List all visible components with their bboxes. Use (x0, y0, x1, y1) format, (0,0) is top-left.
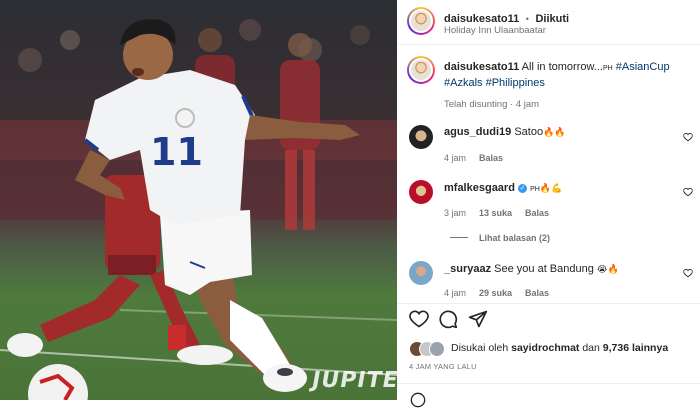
liker-avatar[interactable] (429, 341, 445, 357)
likes-prefix: Disukai oleh (451, 342, 509, 354)
hashtag-philippines[interactable]: #Philippines (486, 77, 545, 89)
comment-1: agus_dudi19 Satoo🔥🔥 (444, 126, 565, 138)
likes-summary: Disukai oleh sayidrochmat dan 9,736 lain… (451, 342, 668, 354)
comment-username[interactable]: _suryaaz (444, 263, 491, 275)
comment-text: Satoo (514, 126, 544, 138)
comment-username[interactable]: mfalkesgaard (444, 182, 515, 194)
comment-username[interactable]: agus_dudi19 (444, 126, 511, 138)
caption: daisukesato11 All in tomorrow...PH #Asia… (444, 60, 694, 91)
caption-avatar[interactable] (407, 56, 435, 84)
jersey-number: 11 (150, 130, 203, 174)
comment-icon[interactable] (438, 309, 458, 329)
comment-likes[interactable]: 13 suka (479, 208, 512, 218)
verified-badge-icon: ✓ (518, 184, 527, 193)
comment-like-heart-icon[interactable] (683, 132, 693, 142)
comment-emoji: 🔥💪 (539, 184, 563, 194)
comment-time: 3 jam (444, 208, 467, 218)
view-replies-line (450, 237, 468, 238)
share-icon[interactable] (468, 309, 488, 329)
comment-2: mfalkesgaard ✓ PH🔥💪 (444, 182, 562, 194)
hashtag-azkals[interactable]: #Azkals (444, 77, 483, 89)
likes-middle: dan (582, 342, 600, 354)
emoji-picker-icon[interactable] (410, 392, 426, 408)
flag-icon: PH (602, 65, 613, 72)
reply-button[interactable]: Balas (525, 208, 549, 218)
header-separator: • (525, 14, 529, 25)
following-button[interactable]: Diikuti (535, 13, 569, 25)
post-timestamp[interactable]: 4 JAM YANG LALU (409, 362, 477, 371)
footer-divider (397, 383, 700, 384)
commenter-avatar[interactable] (409, 125, 433, 149)
author-username[interactable]: daisukesato11 (444, 13, 519, 25)
comment-text: See you at Bandung (494, 263, 594, 275)
reply-button[interactable]: Balas (525, 288, 549, 298)
post-photo[interactable]: 11 JUPITER (0, 0, 397, 400)
view-replies-button[interactable]: Lihat balasan (2) (479, 233, 550, 243)
comment-3: _suryaaz See you at Bandung 😭🔥 (444, 263, 619, 275)
comment-like-heart-icon[interactable] (683, 187, 693, 197)
commenter-avatar[interactable] (409, 261, 433, 285)
commenter-avatar[interactable] (409, 180, 433, 204)
comment-emoji: 😭🔥 (596, 265, 619, 275)
comment-like-heart-icon[interactable] (683, 268, 693, 278)
comment-time: 4 jam (444, 153, 467, 163)
post-location[interactable]: Holiday Inn Ulaanbaatar (444, 25, 546, 36)
reply-button[interactable]: Balas (479, 153, 503, 163)
caption-text: All in tomorrow... (521, 61, 603, 73)
comment-1-meta: 4 jam Balas (444, 153, 503, 163)
comment-3-meta: 4 jam 29 suka Balas (444, 288, 549, 298)
comment-2-meta: 3 jam 13 suka Balas (444, 208, 549, 218)
comment-likes[interactable]: 29 suka (479, 288, 512, 298)
header-divider (397, 44, 700, 45)
likes-count[interactable]: 9,736 lainnya (603, 342, 668, 354)
comment-text: PH (530, 186, 540, 193)
caption-username[interactable]: daisukesato11 (444, 61, 519, 73)
comment-emoji: 🔥🔥 (543, 128, 566, 138)
author-avatar[interactable] (407, 7, 435, 35)
post-side-panel: daisukesato11 • Diikuti Holiday Inn Ulaa… (397, 0, 700, 408)
player-illustration: 11 (0, 19, 397, 400)
heart-icon[interactable] (409, 309, 429, 329)
hashtag-asiancup[interactable]: #AsianCup (616, 61, 670, 73)
liker-username[interactable]: sayidrochmat (511, 342, 579, 354)
caption-edited-time: Telah disunting · 4 jam (444, 99, 540, 110)
watermark-logo: JUPITER (309, 368, 397, 393)
comment-time: 4 jam (444, 288, 467, 298)
actions-divider (397, 303, 700, 304)
